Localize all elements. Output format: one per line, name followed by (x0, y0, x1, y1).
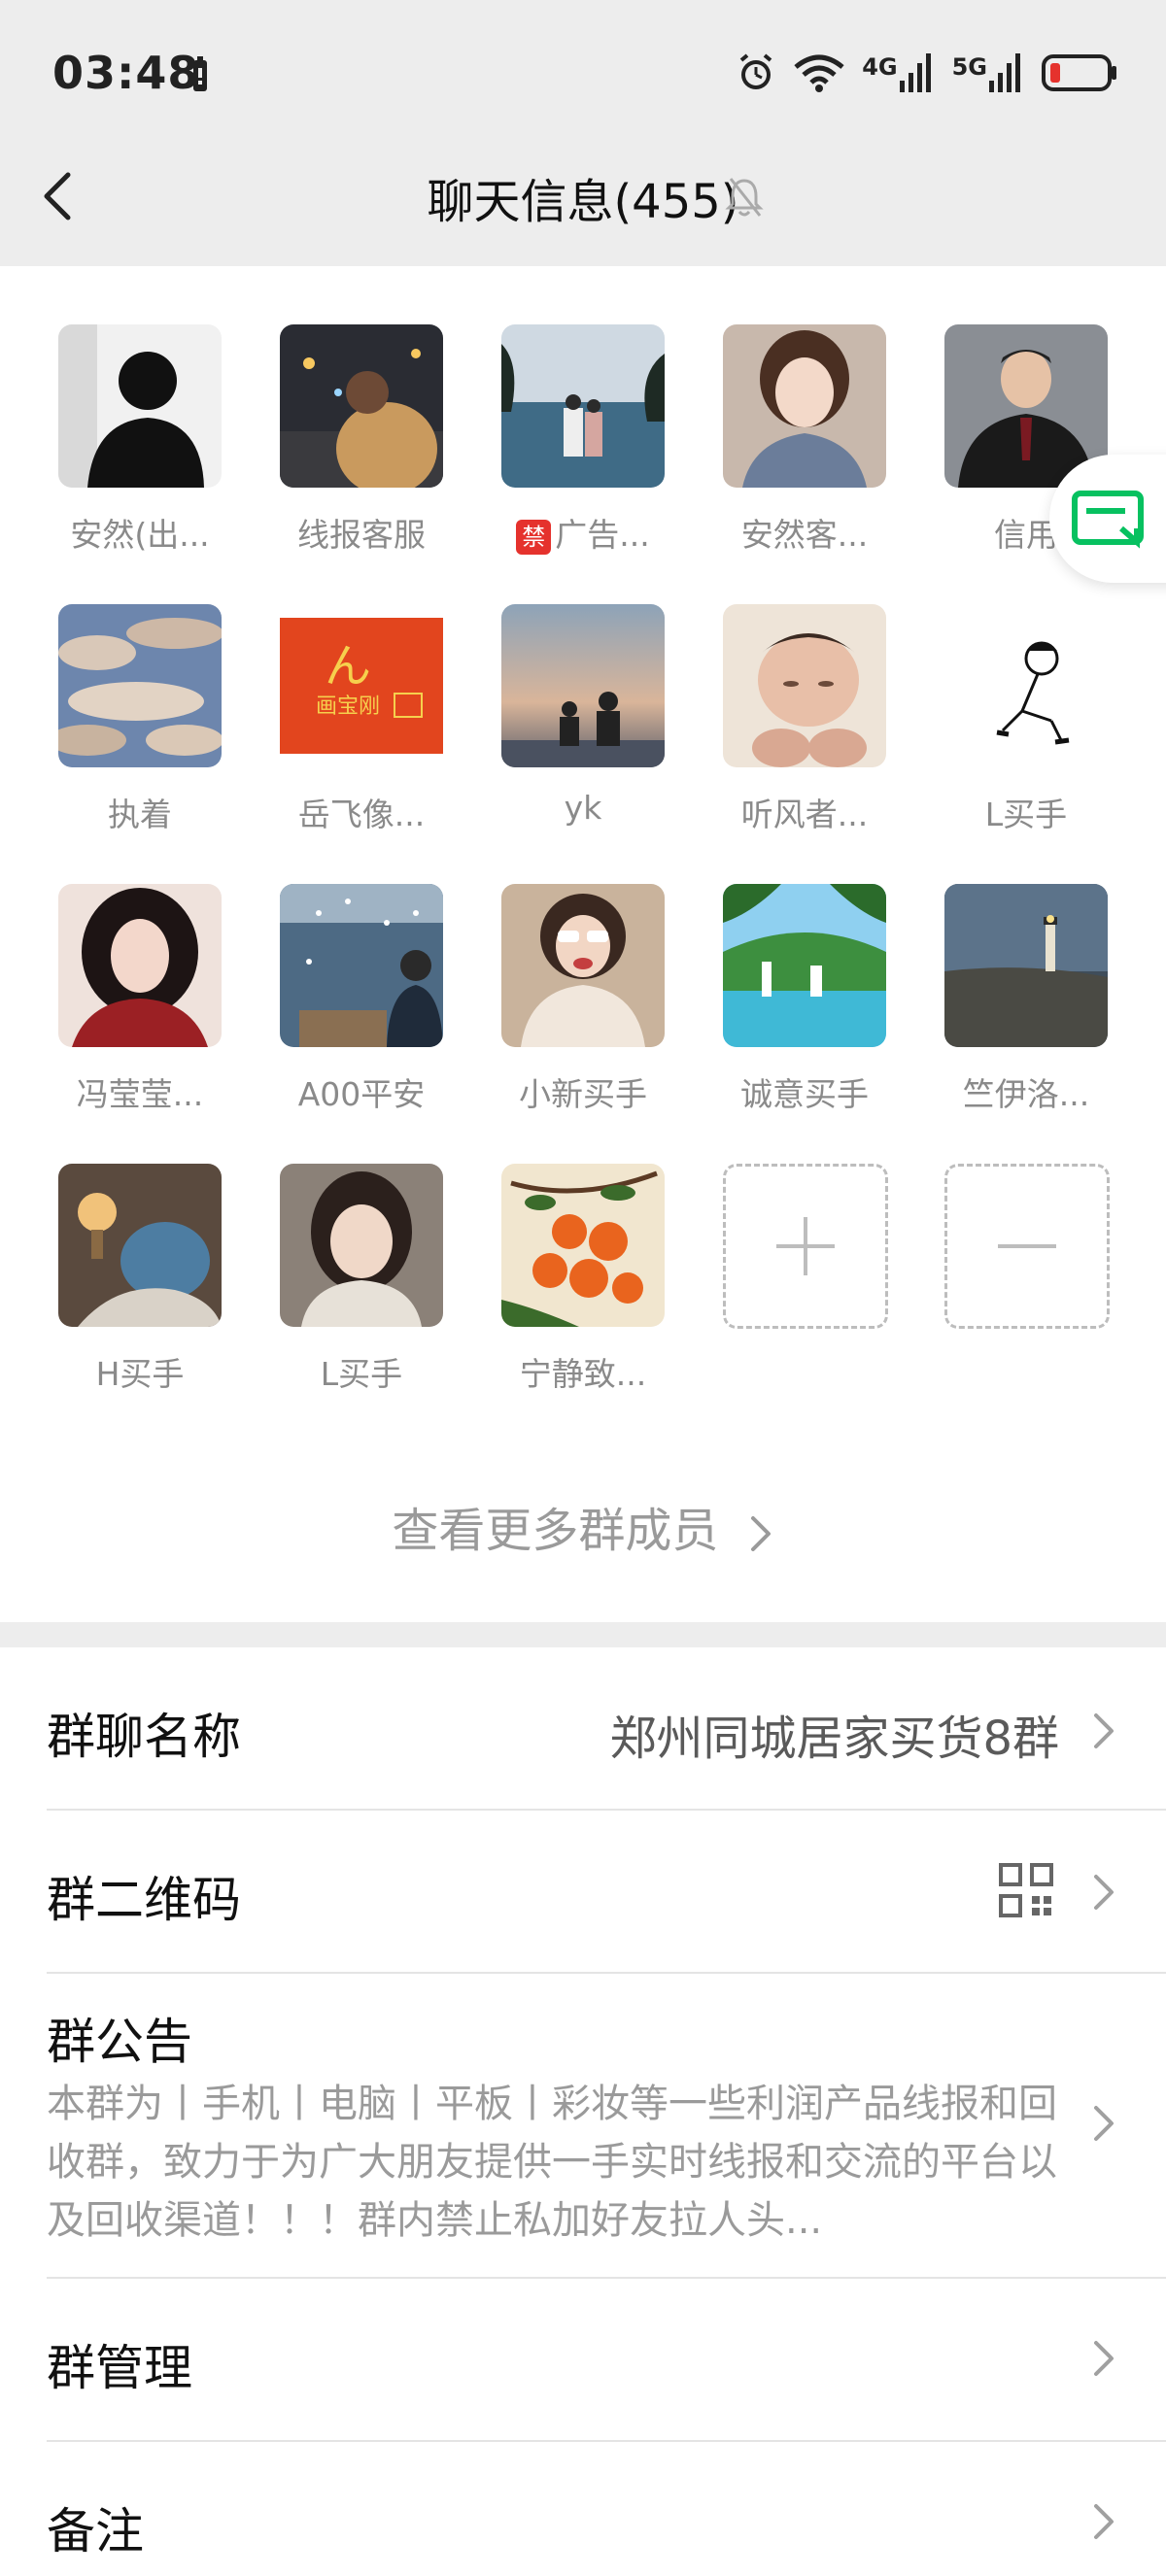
member-name: 执着 (108, 796, 172, 833)
top-bar: 03:48 4G 5G 聊天信息(455) (0, 0, 1166, 266)
avatar[interactable] (58, 324, 222, 488)
group-name-label: 群聊名称 (47, 1709, 241, 1765)
more-members-label: 查看更多群成员 (392, 1504, 719, 1558)
page-title: 聊天信息(455) (427, 175, 739, 229)
member-name: yk (564, 789, 602, 827)
add-member-button[interactable] (723, 1164, 888, 1329)
member-tile[interactable]: 听风者... (678, 604, 900, 857)
member-tile[interactable]: 执着 (14, 604, 235, 857)
avatar[interactable] (944, 604, 1108, 767)
chevron-right-icon (1094, 1875, 1114, 1910)
member-name: 岳飞像... (297, 796, 426, 833)
member-tile[interactable]: ん 画宝刚 岳飞像... (235, 604, 457, 857)
network-5g-label: 5G (951, 53, 987, 81)
member-name: 竺伊洛... (962, 1075, 1090, 1113)
member-name: 禁广告... (457, 509, 709, 556)
screen-message-icon (1072, 491, 1144, 549)
group-notice-label: 群公告 (47, 2014, 192, 2070)
member-tile[interactable]: A00平安 (235, 884, 457, 1136)
member-tile[interactable]: L买手 (900, 604, 1121, 857)
member-name: 线报客服 (297, 516, 426, 554)
member-tile[interactable]: 宁静致... (457, 1164, 678, 1416)
member-tile[interactable]: H买手 (14, 1164, 235, 1416)
battery-saver-icon (193, 56, 207, 91)
member-tile[interactable]: 安然客... (678, 324, 900, 577)
network-4g-label: 4G (862, 53, 898, 81)
remove-member-tile[interactable] (900, 1164, 1121, 1416)
chevron-right-icon (1094, 1713, 1114, 1748)
member-name: 安然(出... (70, 516, 210, 554)
avatar[interactable] (723, 604, 886, 767)
wifi-icon (794, 54, 844, 92)
member-name-text: 广告... (555, 516, 650, 554)
member-name: 冯莹莹... (76, 1075, 204, 1113)
member-name: 安然客... (740, 516, 869, 554)
avatar[interactable]: ん 画宝刚 (280, 604, 443, 767)
remark-row[interactable]: 备注 (0, 2442, 1166, 2576)
member-grid: 安然(出... 线报客服 禁 广告... 安然客... 信用 执着 ん 画宝刚 … (0, 266, 1166, 1622)
group-notice-text: 本群为丨手机丨电脑丨平板丨彩妆等一些利润产品线报和回收群，致力于为广大朋友提供一… (47, 2082, 1057, 2243)
avatar[interactable] (58, 1164, 222, 1327)
signal-5g-icon (989, 53, 1020, 92)
chevron-right-icon (1094, 2504, 1114, 2539)
avatar[interactable] (501, 884, 665, 1047)
avatar[interactable] (501, 324, 665, 488)
avatar[interactable] (501, 604, 665, 767)
section-divider (0, 1622, 1166, 1647)
floating-message-button[interactable] (1049, 455, 1166, 583)
group-manage-row[interactable]: 群管理 (0, 2279, 1166, 2442)
qr-code-icon (999, 1863, 1053, 1917)
member-tile[interactable]: 冯莹莹... (14, 884, 235, 1136)
avatar[interactable] (280, 1164, 443, 1327)
add-member-tile[interactable] (678, 1164, 900, 1416)
member-tile[interactable]: 安然(出... (14, 324, 235, 577)
avatar[interactable] (944, 884, 1108, 1047)
member-tile[interactable]: yk (457, 604, 678, 857)
chevron-right-icon (1094, 2106, 1114, 2141)
plus-icon (776, 1217, 835, 1275)
group-name-row[interactable]: 群聊名称 郑州同城居家买货8群 (0, 1647, 1166, 1811)
avatar[interactable] (280, 324, 443, 488)
member-name: 宁静致... (519, 1355, 647, 1393)
remove-member-button[interactable] (944, 1164, 1110, 1329)
group-manage-label: 群管理 (47, 2340, 192, 2396)
qr-code-row[interactable]: 群二维码 (0, 1811, 1166, 1974)
chevron-right-icon (1094, 2341, 1114, 2376)
avatar[interactable] (501, 1164, 665, 1327)
group-name-value: 郑州同城居家买货8群 (609, 1712, 1059, 1766)
alarm-icon (739, 53, 772, 89)
more-members-link[interactable]: 查看更多群成员 (0, 1492, 1166, 1560)
member-tile[interactable]: 小新买手 (457, 884, 678, 1136)
logo-text: 画宝刚 (316, 695, 380, 719)
remark-label: 备注 (47, 2503, 144, 2559)
minus-icon (998, 1244, 1056, 1248)
member-name: L买手 (984, 796, 1068, 833)
signal-4g-icon (899, 53, 931, 92)
avatar[interactable] (58, 604, 222, 767)
member-tile[interactable]: 诚意买手 (678, 884, 900, 1136)
member-name: L买手 (320, 1355, 403, 1393)
member-tile[interactable]: L买手 (235, 1164, 457, 1416)
avatar[interactable] (723, 324, 886, 488)
avatar[interactable] (723, 884, 886, 1047)
ban-badge: 禁 (516, 519, 552, 555)
member-tile[interactable]: 竺伊洛... (900, 884, 1121, 1136)
avatar[interactable] (280, 884, 443, 1047)
qr-code-label: 群二维码 (47, 1872, 241, 1928)
status-icons: 4G 5G (736, 49, 1117, 97)
battery-low-icon (1042, 54, 1116, 91)
member-name: A00平安 (297, 1075, 426, 1113)
chevron-right-icon (750, 1516, 771, 1551)
member-name: H买手 (95, 1355, 185, 1393)
member-name: 小新买手 (519, 1075, 647, 1113)
member-tile[interactable]: 线报客服 (235, 324, 457, 577)
member-tile[interactable]: 禁广告... (457, 324, 678, 577)
avatar[interactable] (58, 884, 222, 1047)
member-name: 听风者... (740, 796, 869, 833)
member-name: 诚意买手 (740, 1075, 869, 1113)
svg-text:ん: ん (325, 639, 371, 694)
status-time: 03:48 (52, 47, 200, 99)
bell-mute-icon (725, 178, 764, 217)
